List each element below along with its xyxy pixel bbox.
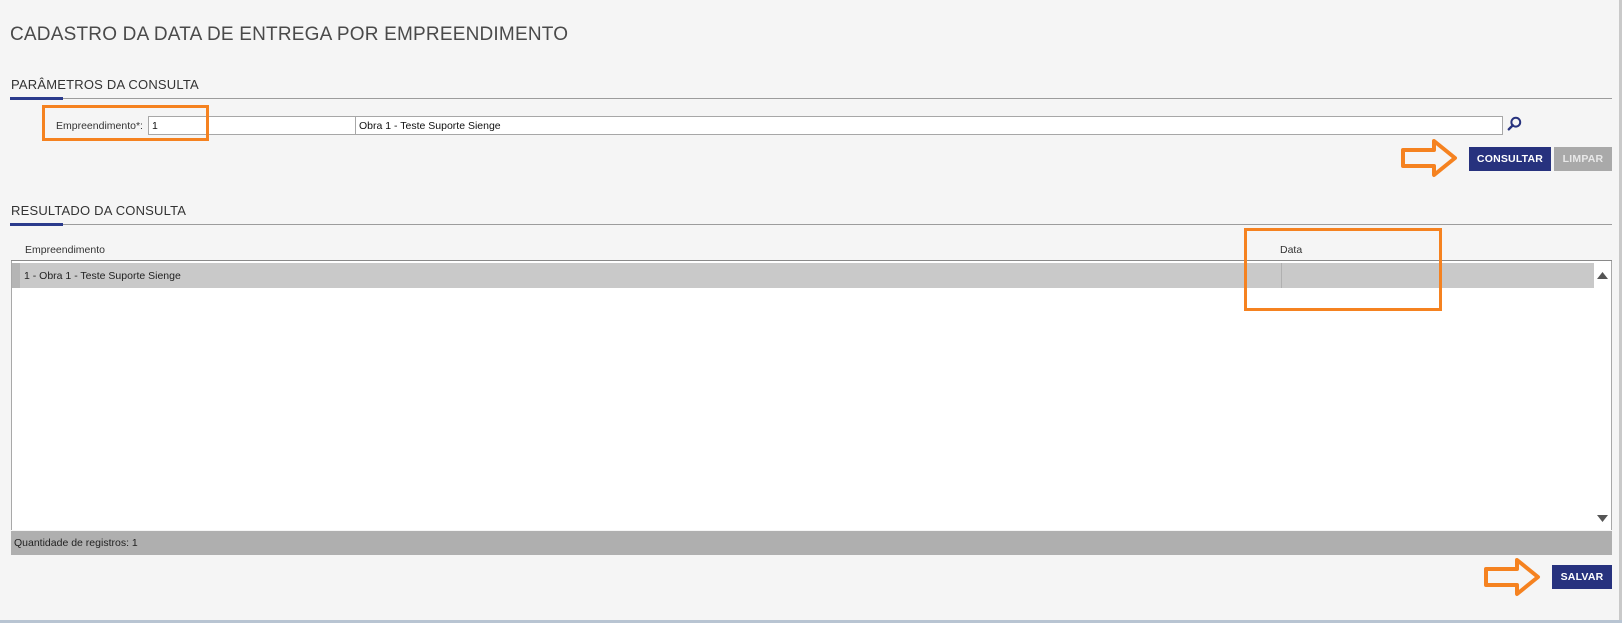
section-divider (10, 98, 1612, 99)
caret-up-icon (1597, 266, 1608, 284)
section-divider (10, 224, 1612, 225)
salvar-button[interactable]: SALVAR (1552, 565, 1612, 589)
magnifier-icon (1507, 116, 1522, 136)
results-section-header: RESULTADO DA CONSULTA (10, 203, 1612, 227)
arrow-right-icon (1400, 138, 1458, 183)
section-accent (10, 223, 63, 226)
caret-down-icon (1597, 509, 1608, 527)
cell-empreendimento: 1 - Obra 1 - Teste Suporte Sienge (24, 270, 181, 282)
scroll-up-button[interactable] (1596, 269, 1609, 281)
params-section-title: PARÂMETROS DA CONSULTA (11, 77, 199, 92)
empreendimento-search-button[interactable] (1505, 116, 1523, 135)
highlight-data-column-box (1244, 228, 1442, 311)
scroll-down-button[interactable] (1596, 512, 1609, 524)
section-accent (10, 97, 63, 100)
consultar-button[interactable]: CONSULTAR (1469, 147, 1551, 171)
page-title: CADASTRO DA DATA DE ENTREGA POR EMPREEND… (10, 24, 569, 45)
column-header-empreendimento[interactable]: Empreendimento (25, 244, 105, 256)
highlight-empreendimento-box (42, 105, 209, 141)
record-count: Quantidade de registros: 1 (14, 537, 138, 549)
limpar-button[interactable]: LIMPAR (1554, 147, 1612, 171)
row-selector[interactable] (12, 263, 20, 288)
results-grid-footer: Quantidade de registros: 1 (11, 531, 1612, 555)
params-section-header: PARÂMETROS DA CONSULTA (10, 77, 1612, 101)
results-section-title: RESULTADO DA CONSULTA (11, 203, 187, 218)
empreendimento-name-field[interactable] (355, 116, 1503, 135)
arrow-right-icon (1483, 557, 1541, 602)
